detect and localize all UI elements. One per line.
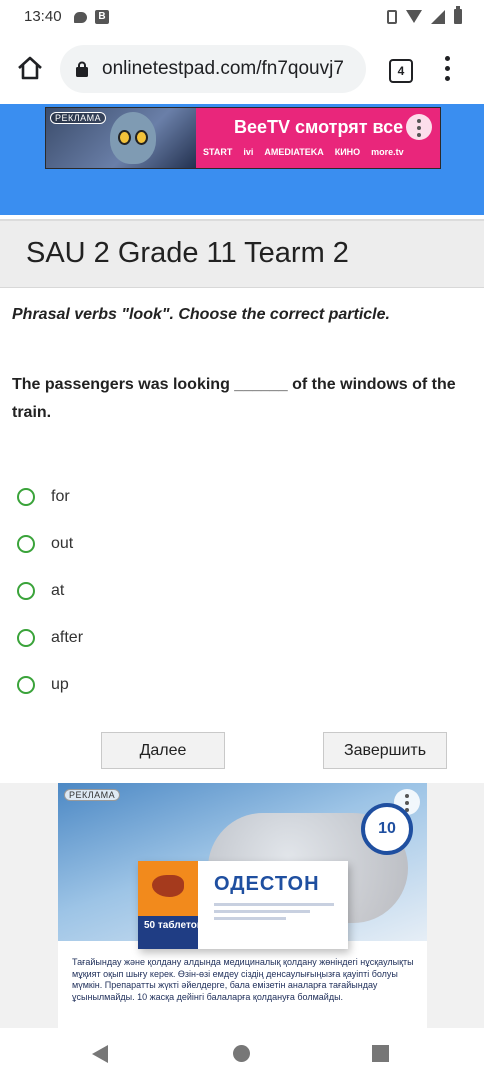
- radio-button[interactable]: [17, 488, 35, 506]
- ad-title: BeeTV смотрят все: [234, 117, 404, 137]
- answer-option[interactable]: out: [17, 535, 73, 553]
- system-nav-bar: [0, 1028, 484, 1080]
- product-brand: ОДЕСТОН: [214, 873, 320, 895]
- option-label[interactable]: out: [51, 535, 73, 553]
- answer-option[interactable]: up: [17, 676, 69, 694]
- tablet-count: 50 таблеток: [144, 920, 202, 931]
- home-icon[interactable]: [16, 54, 44, 82]
- option-label[interactable]: up: [51, 676, 69, 694]
- next-button[interactable]: Далее: [101, 732, 225, 769]
- url-text[interactable]: onlinetestpad.com/fn7qouvj7: [102, 58, 344, 80]
- top-ad-banner[interactable]: РЕКЛАМА BeeTV смотрят все START ivi AMED…: [45, 107, 441, 169]
- partner-logo: AMEDIATEKA: [264, 147, 324, 157]
- ad-label: РЕКЛАМА: [64, 789, 121, 801]
- notification-icons: B: [74, 10, 109, 24]
- test-title: SAU 2 Grade 11 Tearm 2: [26, 237, 349, 269]
- question-text: The passengers was looking ______ of the…: [12, 376, 456, 421]
- option-label[interactable]: after: [51, 629, 83, 647]
- option-label[interactable]: for: [51, 488, 70, 506]
- more-menu-icon[interactable]: [444, 56, 450, 82]
- partner-logo: КИНО: [334, 147, 361, 157]
- tab-switcher-button[interactable]: 4: [389, 59, 413, 83]
- question-instruction: Phrasal verbs "look". Choose the correct…: [12, 306, 390, 323]
- partner-logo: START: [203, 147, 233, 157]
- bottom-ad-banner[interactable]: РЕКЛАМА 10 50 таблеток ОДЕСТОН Тағайында…: [58, 783, 427, 1028]
- option-label[interactable]: at: [51, 582, 64, 600]
- answer-option[interactable]: at: [17, 582, 64, 600]
- finish-button[interactable]: Завершить: [323, 732, 447, 769]
- radio-button[interactable]: [17, 535, 35, 553]
- ad-options-icon[interactable]: [406, 114, 432, 140]
- answer-option[interactable]: after: [17, 629, 83, 647]
- product-box-image: 50 таблеток ОДЕСТОН: [138, 861, 348, 949]
- radio-button[interactable]: [17, 582, 35, 600]
- ad-label: РЕКЛАМА: [50, 112, 107, 124]
- browser-toolbar: onlinetestpad.com/fn7qouvj7 4: [0, 34, 484, 104]
- ad-partner-logos: START ivi AMEDIATEKA КИНО more.tv: [203, 147, 404, 157]
- status-bar: 13:40 B: [0, 0, 484, 34]
- signal-icon: [431, 9, 445, 24]
- system-icons: [387, 6, 462, 24]
- address-bar[interactable]: onlinetestpad.com/fn7qouvj7: [60, 45, 366, 93]
- status-time: 13:40: [24, 8, 62, 25]
- liver-icon: [152, 875, 184, 897]
- ad-disclaimer: Тағайындау және қолдану алдында медицина…: [72, 957, 414, 1002]
- radio-button[interactable]: [17, 629, 35, 647]
- lock-icon: [76, 61, 88, 77]
- radio-button[interactable]: [17, 676, 35, 694]
- partner-logo: more.tv: [371, 147, 404, 157]
- vibrate-icon: [387, 9, 397, 24]
- anniversary-badge: 10: [361, 803, 413, 855]
- app-notification-icon: B: [95, 10, 109, 24]
- site-header-band: РЕКЛАМА BeeTV смотрят все START ivi AMED…: [0, 104, 484, 215]
- recent-apps-icon[interactable]: [372, 1045, 389, 1062]
- chat-notification-icon: [74, 11, 87, 23]
- answer-option[interactable]: for: [17, 488, 70, 506]
- battery-icon: [454, 6, 462, 24]
- test-header: SAU 2 Grade 11 Tearm 2: [0, 219, 484, 288]
- partner-logo: ivi: [243, 147, 254, 157]
- wifi-icon: [406, 10, 422, 23]
- home-nav-icon[interactable]: [233, 1045, 250, 1062]
- back-icon[interactable]: [92, 1045, 108, 1063]
